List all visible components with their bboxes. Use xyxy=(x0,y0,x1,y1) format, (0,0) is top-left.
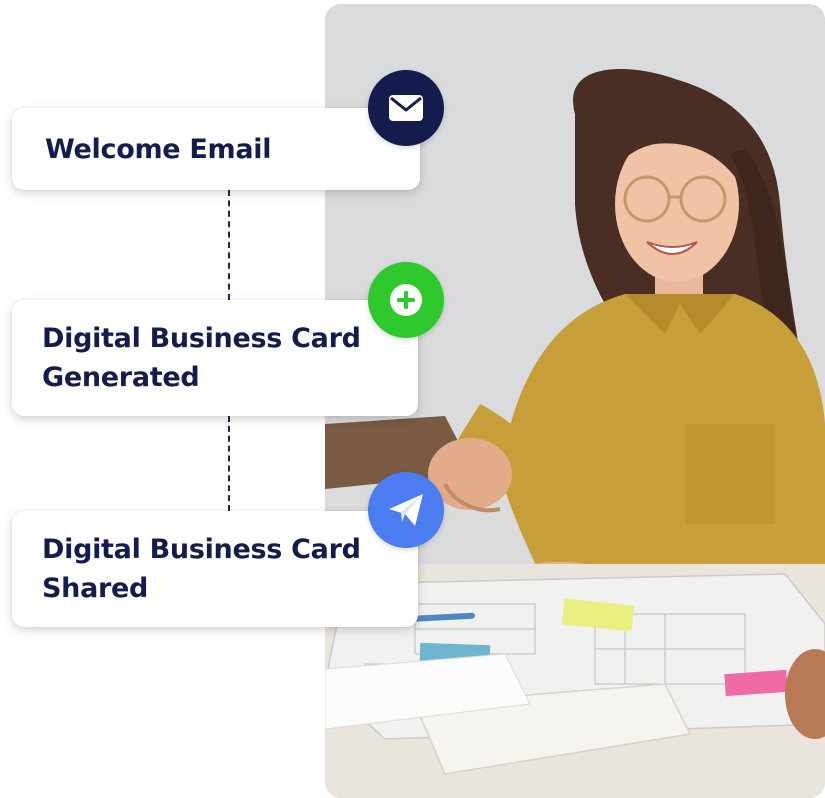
envelope-icon xyxy=(389,95,423,121)
email-badge xyxy=(368,70,444,146)
timeline-connector-2 xyxy=(228,416,230,511)
step-label: Digital Business Card Generated xyxy=(42,323,361,393)
step-card-card-generated: Digital Business Card Generated xyxy=(12,300,418,416)
timeline-connector-1 xyxy=(228,190,230,300)
step-label: Welcome Email xyxy=(45,133,272,165)
step-label: Digital Business Card Shared xyxy=(42,534,361,604)
onboarding-visual: Welcome Email Digital Business Card Gene… xyxy=(0,0,825,798)
step-card-card-shared: Digital Business Card Shared xyxy=(12,511,418,627)
generated-badge xyxy=(368,262,444,338)
paper-plane-icon xyxy=(389,494,423,526)
plus-icon xyxy=(390,284,422,316)
shared-badge xyxy=(368,472,444,548)
step-card-welcome-email: Welcome Email xyxy=(12,108,420,190)
